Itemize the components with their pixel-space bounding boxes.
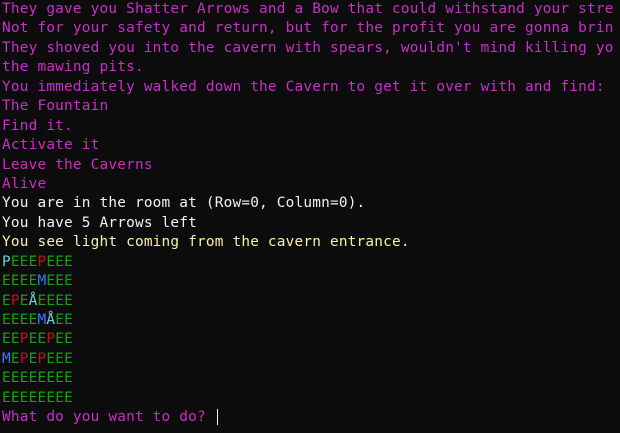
map-cell: E bbox=[10, 389, 20, 406]
map-cell: E bbox=[2, 273, 11, 290]
map-cell: E bbox=[2, 389, 11, 406]
map-row: EEEEMÅEE bbox=[2, 311, 620, 330]
map-cell: E bbox=[10, 273, 20, 290]
map-cell: E bbox=[10, 253, 20, 270]
story-line: the mawing pits. bbox=[2, 59, 144, 76]
map-cell: E bbox=[55, 292, 65, 309]
map-cell: E bbox=[19, 253, 29, 270]
map-cell: E bbox=[55, 312, 65, 328]
map-cell: E bbox=[55, 370, 65, 387]
map-cell: E bbox=[55, 331, 65, 348]
position-status: You are in the room at (Row=0, Column=0)… bbox=[2, 195, 366, 212]
terminal-window: They gave you Shatter Arrows and a Bow t… bbox=[0, 0, 620, 433]
map-cell: E bbox=[37, 389, 47, 406]
map-cell: E bbox=[46, 350, 56, 367]
map-cell: E bbox=[19, 273, 29, 290]
map-cell: E bbox=[2, 312, 11, 328]
room-hint: You see light coming from the cavern ent… bbox=[2, 234, 410, 251]
map-cell: E bbox=[55, 253, 65, 270]
story-line: They shoved you into the cavern with spe… bbox=[2, 39, 614, 56]
map-cell: E bbox=[46, 292, 56, 309]
command-prompt[interactable]: What do you want to do? bbox=[2, 408, 620, 427]
map-cell: E bbox=[28, 370, 38, 387]
map-row: EPEÅEEEE bbox=[2, 292, 620, 311]
map-cell: E bbox=[64, 253, 73, 270]
map-cell: E bbox=[2, 331, 11, 348]
map-cell: E bbox=[28, 389, 38, 406]
map-cell: E bbox=[64, 273, 73, 290]
story-line: The Fountain bbox=[2, 98, 109, 115]
map-cell: E bbox=[37, 292, 47, 309]
map-cell: E bbox=[46, 389, 56, 406]
map-cell: E bbox=[10, 331, 20, 348]
map-cell: E bbox=[28, 273, 38, 290]
map-cell: E bbox=[2, 370, 11, 387]
map-cell: E bbox=[10, 370, 20, 387]
map-cell: E bbox=[64, 292, 73, 309]
map-cell: E bbox=[64, 312, 73, 328]
map-cell: E bbox=[64, 350, 73, 367]
map-cell: E bbox=[55, 350, 65, 367]
story-line: Find it. bbox=[2, 117, 73, 134]
story-line: Alive bbox=[2, 175, 47, 192]
map-cell: P bbox=[2, 253, 11, 270]
map-cell: E bbox=[46, 253, 56, 270]
story-line: Leave the Caverns bbox=[2, 156, 153, 173]
map-cell: E bbox=[2, 292, 11, 309]
map-cell: E bbox=[19, 292, 29, 309]
story-text: They gave you Shatter Arrows and a Bow t… bbox=[2, 0, 620, 194]
arrows-status: You have 5 Arrows left bbox=[2, 214, 198, 231]
map-cell: E bbox=[46, 370, 56, 387]
map-cell: M bbox=[37, 273, 47, 290]
cavern-map: PEEEPEEE EEEEMEEE EPEÅEEEE EEEEMÅEE EEPEEPEE… bbox=[2, 253, 620, 409]
map-cell: E bbox=[64, 389, 73, 406]
map-cell: E bbox=[19, 389, 29, 406]
map-cell: E bbox=[28, 350, 38, 367]
map-cell: P bbox=[46, 331, 56, 348]
map-row: EEEEEEEE bbox=[2, 369, 620, 388]
map-cell: M bbox=[2, 350, 11, 367]
map-cell: E bbox=[10, 312, 20, 328]
map-cell: E bbox=[46, 273, 56, 290]
map-cell: E bbox=[19, 370, 29, 387]
map-cell: E bbox=[28, 253, 38, 270]
map-cell: P bbox=[37, 350, 47, 367]
map-row: EEEEEEEE bbox=[2, 389, 620, 408]
map-cell: P bbox=[19, 350, 29, 367]
map-cell: P bbox=[37, 253, 47, 270]
map-cell: Å bbox=[46, 312, 56, 328]
map-cell: E bbox=[64, 370, 73, 387]
map-cell: Å bbox=[28, 292, 38, 309]
map-cell: E bbox=[10, 350, 20, 367]
story-line: They gave you Shatter Arrows and a Bow t… bbox=[2, 1, 614, 17]
map-cell: M bbox=[37, 312, 47, 328]
story-line: Not for your safety and return, but for … bbox=[2, 20, 614, 37]
map-row: EEPEEPEE bbox=[2, 330, 620, 349]
map-cell: P bbox=[10, 292, 20, 309]
map-cell: E bbox=[28, 331, 38, 348]
story-line: Activate it bbox=[2, 137, 100, 154]
story-line: You immediately walked down the Cavern t… bbox=[2, 78, 605, 95]
prompt-label: What do you want to do? bbox=[2, 409, 215, 426]
map-cell: E bbox=[64, 331, 73, 348]
map-row: PEEEPEEE bbox=[2, 253, 620, 272]
map-cell: E bbox=[55, 273, 65, 290]
map-cell: E bbox=[55, 389, 65, 406]
map-row: EEEEMEEE bbox=[2, 272, 620, 291]
text-cursor bbox=[216, 409, 219, 426]
map-cell: E bbox=[37, 370, 47, 387]
map-row: MEPEPEEE bbox=[2, 350, 620, 369]
map-cell: E bbox=[28, 312, 38, 328]
map-cell: E bbox=[37, 331, 47, 348]
map-cell: E bbox=[19, 312, 29, 328]
map-cell: P bbox=[19, 331, 29, 348]
